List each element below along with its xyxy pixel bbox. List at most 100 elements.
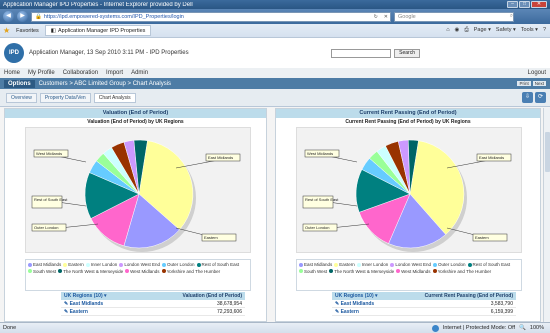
favorites-button[interactable]: Favorites bbox=[16, 28, 39, 34]
help-icon[interactable]: ? bbox=[543, 27, 546, 34]
menu-collaboration[interactable]: Collaboration bbox=[63, 70, 98, 76]
tab-overview[interactable]: Overview bbox=[6, 92, 37, 103]
tab-property-data[interactable]: Property Data/Ven bbox=[39, 92, 91, 103]
back-icon[interactable]: ◀ bbox=[3, 11, 14, 22]
internet-zone-icon bbox=[431, 324, 439, 332]
minimize-button[interactable]: – bbox=[507, 1, 518, 8]
browser-tab[interactable]: ◧ Application Manager IPD Properties bbox=[44, 25, 152, 36]
menu-home[interactable]: Home bbox=[4, 70, 20, 76]
column-header-region[interactable]: UK Regions (10) ▾ bbox=[61, 292, 145, 300]
zoom-icon[interactable]: 🔍 bbox=[519, 325, 526, 331]
content-tabs: Overview Property Data/Ven Chart Analysi… bbox=[0, 89, 550, 107]
region-link[interactable]: ✎ Eastern bbox=[332, 308, 416, 315]
app-search-input[interactable] bbox=[331, 48, 392, 58]
print-button[interactable]: Print bbox=[517, 81, 531, 86]
callout-label: Outer London bbox=[305, 225, 329, 230]
valuation-table: UK Regions (10) ▾ Valuation (End of Peri… bbox=[61, 292, 245, 316]
options-menu[interactable]: Options bbox=[4, 79, 35, 88]
feeds-icon[interactable]: ◉ bbox=[455, 27, 460, 34]
home-icon[interactable]: ⌂ bbox=[446, 27, 449, 34]
valuation-panel: Valuation (End of Period) Valuation (End… bbox=[4, 108, 267, 322]
print-icon[interactable]: ⎙ bbox=[464, 27, 468, 34]
legend-item[interactable]: West Midlands bbox=[396, 269, 431, 276]
legend-item[interactable]: Yorkshire and The Humber bbox=[161, 268, 221, 276]
region-link[interactable]: ✎ Eastern bbox=[61, 308, 145, 315]
legend-label: East Midlands bbox=[33, 262, 62, 267]
legend-swatch bbox=[396, 269, 401, 274]
legend-label: West Midlands bbox=[130, 268, 160, 274]
legend-item[interactable]: Yorkshire and The Humber bbox=[432, 269, 491, 276]
table-row[interactable]: ✎ East Midlands 3,583,790 bbox=[332, 300, 516, 308]
legend-item[interactable]: The North West & Merseyside bbox=[329, 269, 394, 276]
page-scrollbar[interactable] bbox=[543, 108, 550, 322]
legend-item[interactable]: South West bbox=[299, 269, 327, 276]
maximize-button[interactable]: □ bbox=[519, 1, 530, 8]
legend-label: South West bbox=[304, 268, 328, 274]
tools-menu[interactable]: Tools ▾ bbox=[521, 27, 538, 34]
column-header-value[interactable]: Current Rent Passing (End of Period) bbox=[416, 292, 516, 300]
browser-search-input[interactable]: Google ⌕ bbox=[394, 11, 514, 22]
next-button[interactable]: Next bbox=[532, 81, 546, 86]
callout-label: Rest of South East bbox=[305, 197, 339, 202]
search-icon[interactable]: ⌕ bbox=[510, 13, 513, 20]
scrollbar-thumb[interactable] bbox=[545, 132, 550, 172]
window-titlebar: Application Manager IPD Properties - Int… bbox=[0, 0, 550, 9]
legend-item[interactable]: The North West & Merseyside bbox=[58, 269, 123, 276]
legend-swatch bbox=[85, 262, 90, 267]
table-row[interactable]: ✎ Eastern 72,293,606 bbox=[61, 308, 245, 316]
stop-icon[interactable]: ✕ bbox=[382, 14, 390, 20]
region-link[interactable]: ✎ East Midlands bbox=[332, 300, 416, 307]
menu-import[interactable]: Import bbox=[106, 70, 123, 76]
favorites-bar: ★ Favorites ◧ Application Manager IPD Pr… bbox=[0, 24, 550, 38]
page-menu[interactable]: Page ▾ bbox=[474, 27, 491, 34]
legend-item[interactable]: South West bbox=[28, 269, 56, 276]
menu-admin[interactable]: Admin bbox=[131, 70, 148, 76]
legend-label: Outer London bbox=[167, 262, 195, 267]
close-button[interactable]: ✕ bbox=[531, 1, 547, 8]
favorites-star-icon[interactable]: ★ bbox=[3, 26, 10, 35]
callout-label: Eastern bbox=[475, 235, 489, 240]
table-row[interactable]: ✎ Eastern 6,159,399 bbox=[332, 308, 516, 316]
refresh-chart-icon[interactable]: ⟳ bbox=[535, 92, 546, 103]
tab-chart-analysis[interactable]: Chart Analysis bbox=[93, 92, 136, 103]
browser-tab-label: Application Manager IPD Properties bbox=[58, 27, 146, 34]
region-link[interactable]: ✎ East Midlands bbox=[61, 300, 145, 307]
table-row[interactable]: ✎ East Midlands 38,678,954 bbox=[61, 300, 245, 308]
app-search-button[interactable]: Search bbox=[394, 48, 420, 58]
safety-menu[interactable]: Safety ▾ bbox=[496, 27, 516, 34]
legend-swatch bbox=[161, 269, 166, 274]
breadcrumb[interactable]: Customers > ABC Limited Group > Chart An… bbox=[39, 81, 171, 87]
address-field[interactable]: 🔒 https://ipd.empowered-systems.com/IPD_… bbox=[31, 11, 391, 22]
callout-label: Eastern bbox=[204, 235, 218, 240]
legend-label: Inner London bbox=[90, 262, 118, 267]
main-menu: Home My Profile Collaboration Import Adm… bbox=[0, 68, 550, 78]
tab-tools: ⇩ ⟳ bbox=[522, 92, 546, 103]
legend-label: East Midlands bbox=[304, 262, 333, 267]
chart-title: Current Rent Passing (End of Period) by … bbox=[345, 119, 471, 125]
table-header: UK Regions (10) ▾ Current Rent Passing (… bbox=[332, 292, 516, 300]
legend-swatch bbox=[162, 262, 167, 267]
legend-swatch bbox=[432, 269, 437, 274]
region-name: East Midlands bbox=[340, 301, 375, 307]
menu-my-profile[interactable]: My Profile bbox=[28, 70, 55, 76]
legend-label: Yorkshire and The Humber bbox=[166, 268, 221, 274]
status-text: Done bbox=[3, 325, 17, 331]
legend-swatch bbox=[28, 269, 32, 274]
cell-value: 3,583,790 bbox=[490, 301, 513, 307]
security-zone[interactable]: Internet | Protected Mode: Off bbox=[443, 325, 515, 331]
legend-swatch bbox=[433, 262, 438, 267]
refresh-icon[interactable]: ↻ bbox=[372, 14, 380, 20]
options-bar: Options Customers > ABC Limited Group > … bbox=[0, 78, 550, 89]
legend-swatch bbox=[196, 262, 201, 267]
legend-swatch bbox=[63, 262, 68, 267]
legend-item[interactable]: West Midlands bbox=[125, 268, 160, 276]
legend-label: Rest of South East bbox=[201, 262, 240, 267]
app-header: IPD Application Manager, 13 Sep 2010 3:1… bbox=[0, 38, 550, 68]
export-icon[interactable]: ⇩ bbox=[522, 92, 533, 103]
logout-link[interactable]: Logout bbox=[528, 70, 546, 76]
column-header-region[interactable]: UK Regions (10) ▾ bbox=[332, 292, 416, 300]
callout-label: West Midlands bbox=[36, 151, 62, 156]
zoom-level[interactable]: 100% bbox=[530, 325, 544, 331]
forward-icon[interactable]: ▶ bbox=[17, 11, 28, 22]
column-header-value[interactable]: Valuation (End of Period) bbox=[145, 292, 245, 300]
